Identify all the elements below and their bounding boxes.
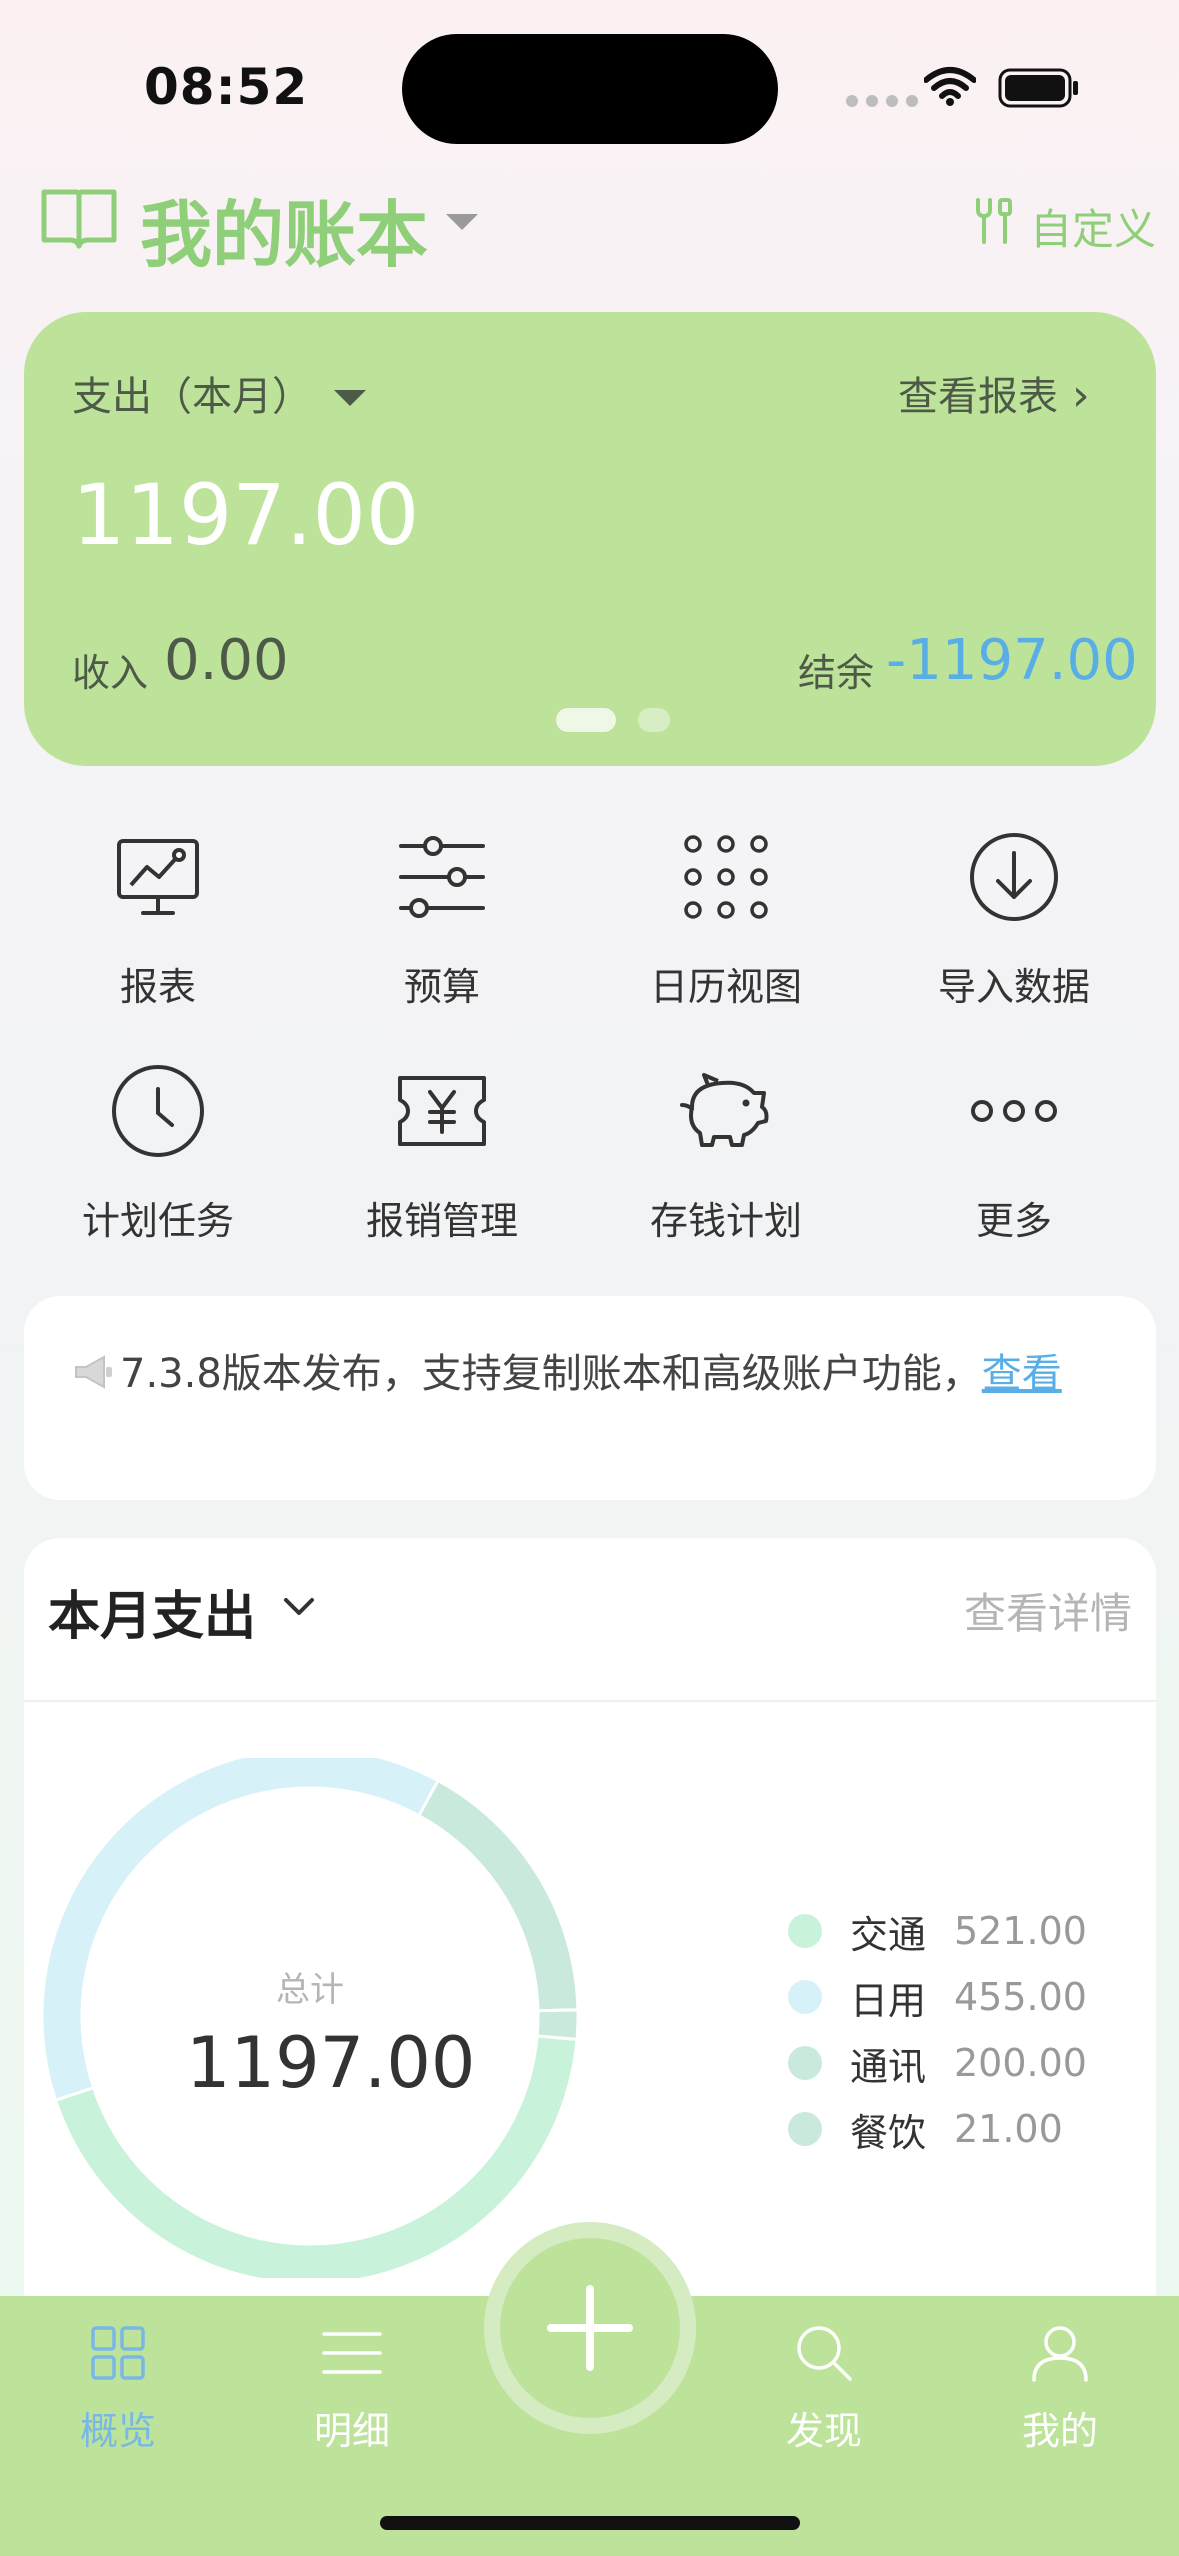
dynamic-island (402, 34, 778, 144)
status-time: 08:52 (144, 58, 309, 116)
legend-swatch (788, 2112, 822, 2146)
battery-icon (998, 68, 1078, 108)
view-details-link[interactable]: 查看详情 (964, 1580, 1132, 1641)
user-icon (1032, 2326, 1088, 2382)
tab-discover[interactable]: 发现 (724, 2318, 924, 2455)
ledger-title[interactable]: 我的账本 (140, 176, 428, 281)
legend-value: 21.00 (954, 2107, 1063, 2151)
quick-action-label: 导入数据 (937, 965, 1090, 1009)
legend-item: 通讯 200.00 (788, 2038, 1087, 2089)
expense-donut-chart[interactable] (38, 1758, 586, 2278)
income-label: 收入 (72, 651, 149, 695)
search-icon (797, 2326, 852, 2381)
report-chart-icon (117, 839, 199, 915)
chevron-down-icon[interactable] (282, 1596, 316, 1618)
quick-action-label: 日历视图 (649, 965, 802, 1009)
tab-label: 概览 (79, 2409, 156, 2453)
yen-ticket-icon (398, 1076, 486, 1146)
legend-category: 交通 (850, 1912, 927, 1957)
quick-action-label: 更多 (975, 1199, 1052, 1243)
expense-period-label[interactable]: 支出（本月） (72, 364, 312, 422)
quick-action-label: 存钱计划 (649, 1199, 802, 1243)
quick-action-calendar[interactable]: 日历视图 (606, 822, 846, 1011)
list-lines-icon (322, 2332, 382, 2374)
customize-button[interactable]: 自定义 (1030, 196, 1156, 257)
balance-amount: -1197.00 (886, 628, 1138, 693)
legend-category: 通讯 (850, 2044, 927, 2089)
tab-mine[interactable]: 我的 (960, 2318, 1160, 2455)
legend-item: 餐饮 21.00 (788, 2104, 1063, 2155)
book-icon[interactable] (40, 186, 118, 250)
quick-action-scheduled[interactable]: 计划任务 (38, 1056, 278, 1245)
page-indicator[interactable] (638, 708, 670, 732)
tools-icon[interactable] (972, 196, 1016, 246)
balance-label: 结余 (798, 651, 875, 695)
legend-swatch (788, 2046, 822, 2080)
clock-icon (112, 1065, 204, 1157)
megaphone-icon (75, 1355, 112, 1389)
total-amount: 1197.00 (186, 2022, 476, 2104)
legend-category: 日用 (850, 1978, 927, 2023)
caret-down-icon[interactable] (446, 214, 478, 230)
chevron-right-icon: › (1058, 370, 1090, 421)
quick-action-label: 计划任务 (81, 1199, 234, 1243)
wifi-icon (924, 67, 976, 106)
plus-icon (547, 2285, 633, 2371)
tab-label: 我的 (1021, 2409, 1098, 2453)
grid-four-icon (91, 2326, 145, 2380)
download-circle-icon (970, 833, 1058, 921)
legend-item: 交通 521.00 (788, 1906, 1087, 1957)
announcement-message: 7.3.8版本发布，支持复制账本和高级账户功能， (120, 1351, 982, 1397)
legend-value: 455.00 (954, 1975, 1087, 2019)
announcement-view-link[interactable]: 查看 (982, 1351, 1062, 1397)
monthly-expense-title[interactable]: 本月支出 (48, 1574, 256, 1649)
legend-swatch (788, 1980, 822, 2014)
tab-overview[interactable]: 概览 (18, 2318, 218, 2455)
view-report-label: 查看报表 (898, 374, 1058, 420)
dot-grid-icon (684, 835, 768, 919)
piggy-bank-icon (680, 1073, 769, 1147)
caret-down-icon[interactable] (334, 390, 366, 406)
tab-label: 发现 (785, 2409, 862, 2453)
view-report-link[interactable]: 查看报表 › (898, 364, 1090, 422)
page-indicator-active[interactable] (556, 708, 616, 732)
quick-action-more[interactable]: 更多 (894, 1056, 1134, 1245)
home-indicator (380, 2516, 800, 2530)
signal-icon (846, 92, 926, 111)
expense-amount: 1197.00 (72, 466, 420, 564)
income-amount: 0.00 (164, 628, 289, 693)
quick-action-savings[interactable]: 存钱计划 (606, 1056, 846, 1245)
donut-slice-3[interactable] (416, 1778, 580, 2013)
quick-action-label: 报表 (119, 965, 196, 1009)
quick-action-reimburse[interactable]: 报销管理 (322, 1056, 562, 1245)
legend-value: 200.00 (954, 2041, 1087, 2085)
legend-item: 日用 455.00 (788, 1972, 1087, 2023)
legend-value: 521.00 (954, 1909, 1087, 1953)
tab-details[interactable]: 明细 (252, 2318, 452, 2455)
divider (24, 1700, 1156, 1702)
donut-slice-4[interactable] (535, 2008, 580, 2041)
add-record-button[interactable] (500, 2238, 680, 2418)
announcement-text: 7.3.8版本发布，支持复制账本和高级账户功能，查看 (72, 1340, 1112, 1408)
quick-action-import[interactable]: 导入数据 (894, 822, 1134, 1011)
more-dots-icon (971, 1100, 1057, 1122)
tab-label: 明细 (313, 2409, 390, 2453)
sliders-icon (399, 836, 485, 918)
quick-action-budget[interactable]: 预算 (322, 822, 562, 1011)
legend-category: 餐饮 (850, 2110, 927, 2155)
quick-action-label: 预算 (403, 965, 480, 1009)
legend-swatch (788, 1914, 822, 1948)
total-label: 总计 (276, 1970, 344, 2010)
quick-action-label: 报销管理 (365, 1199, 518, 1243)
quick-action-report[interactable]: 报表 (38, 822, 278, 1011)
